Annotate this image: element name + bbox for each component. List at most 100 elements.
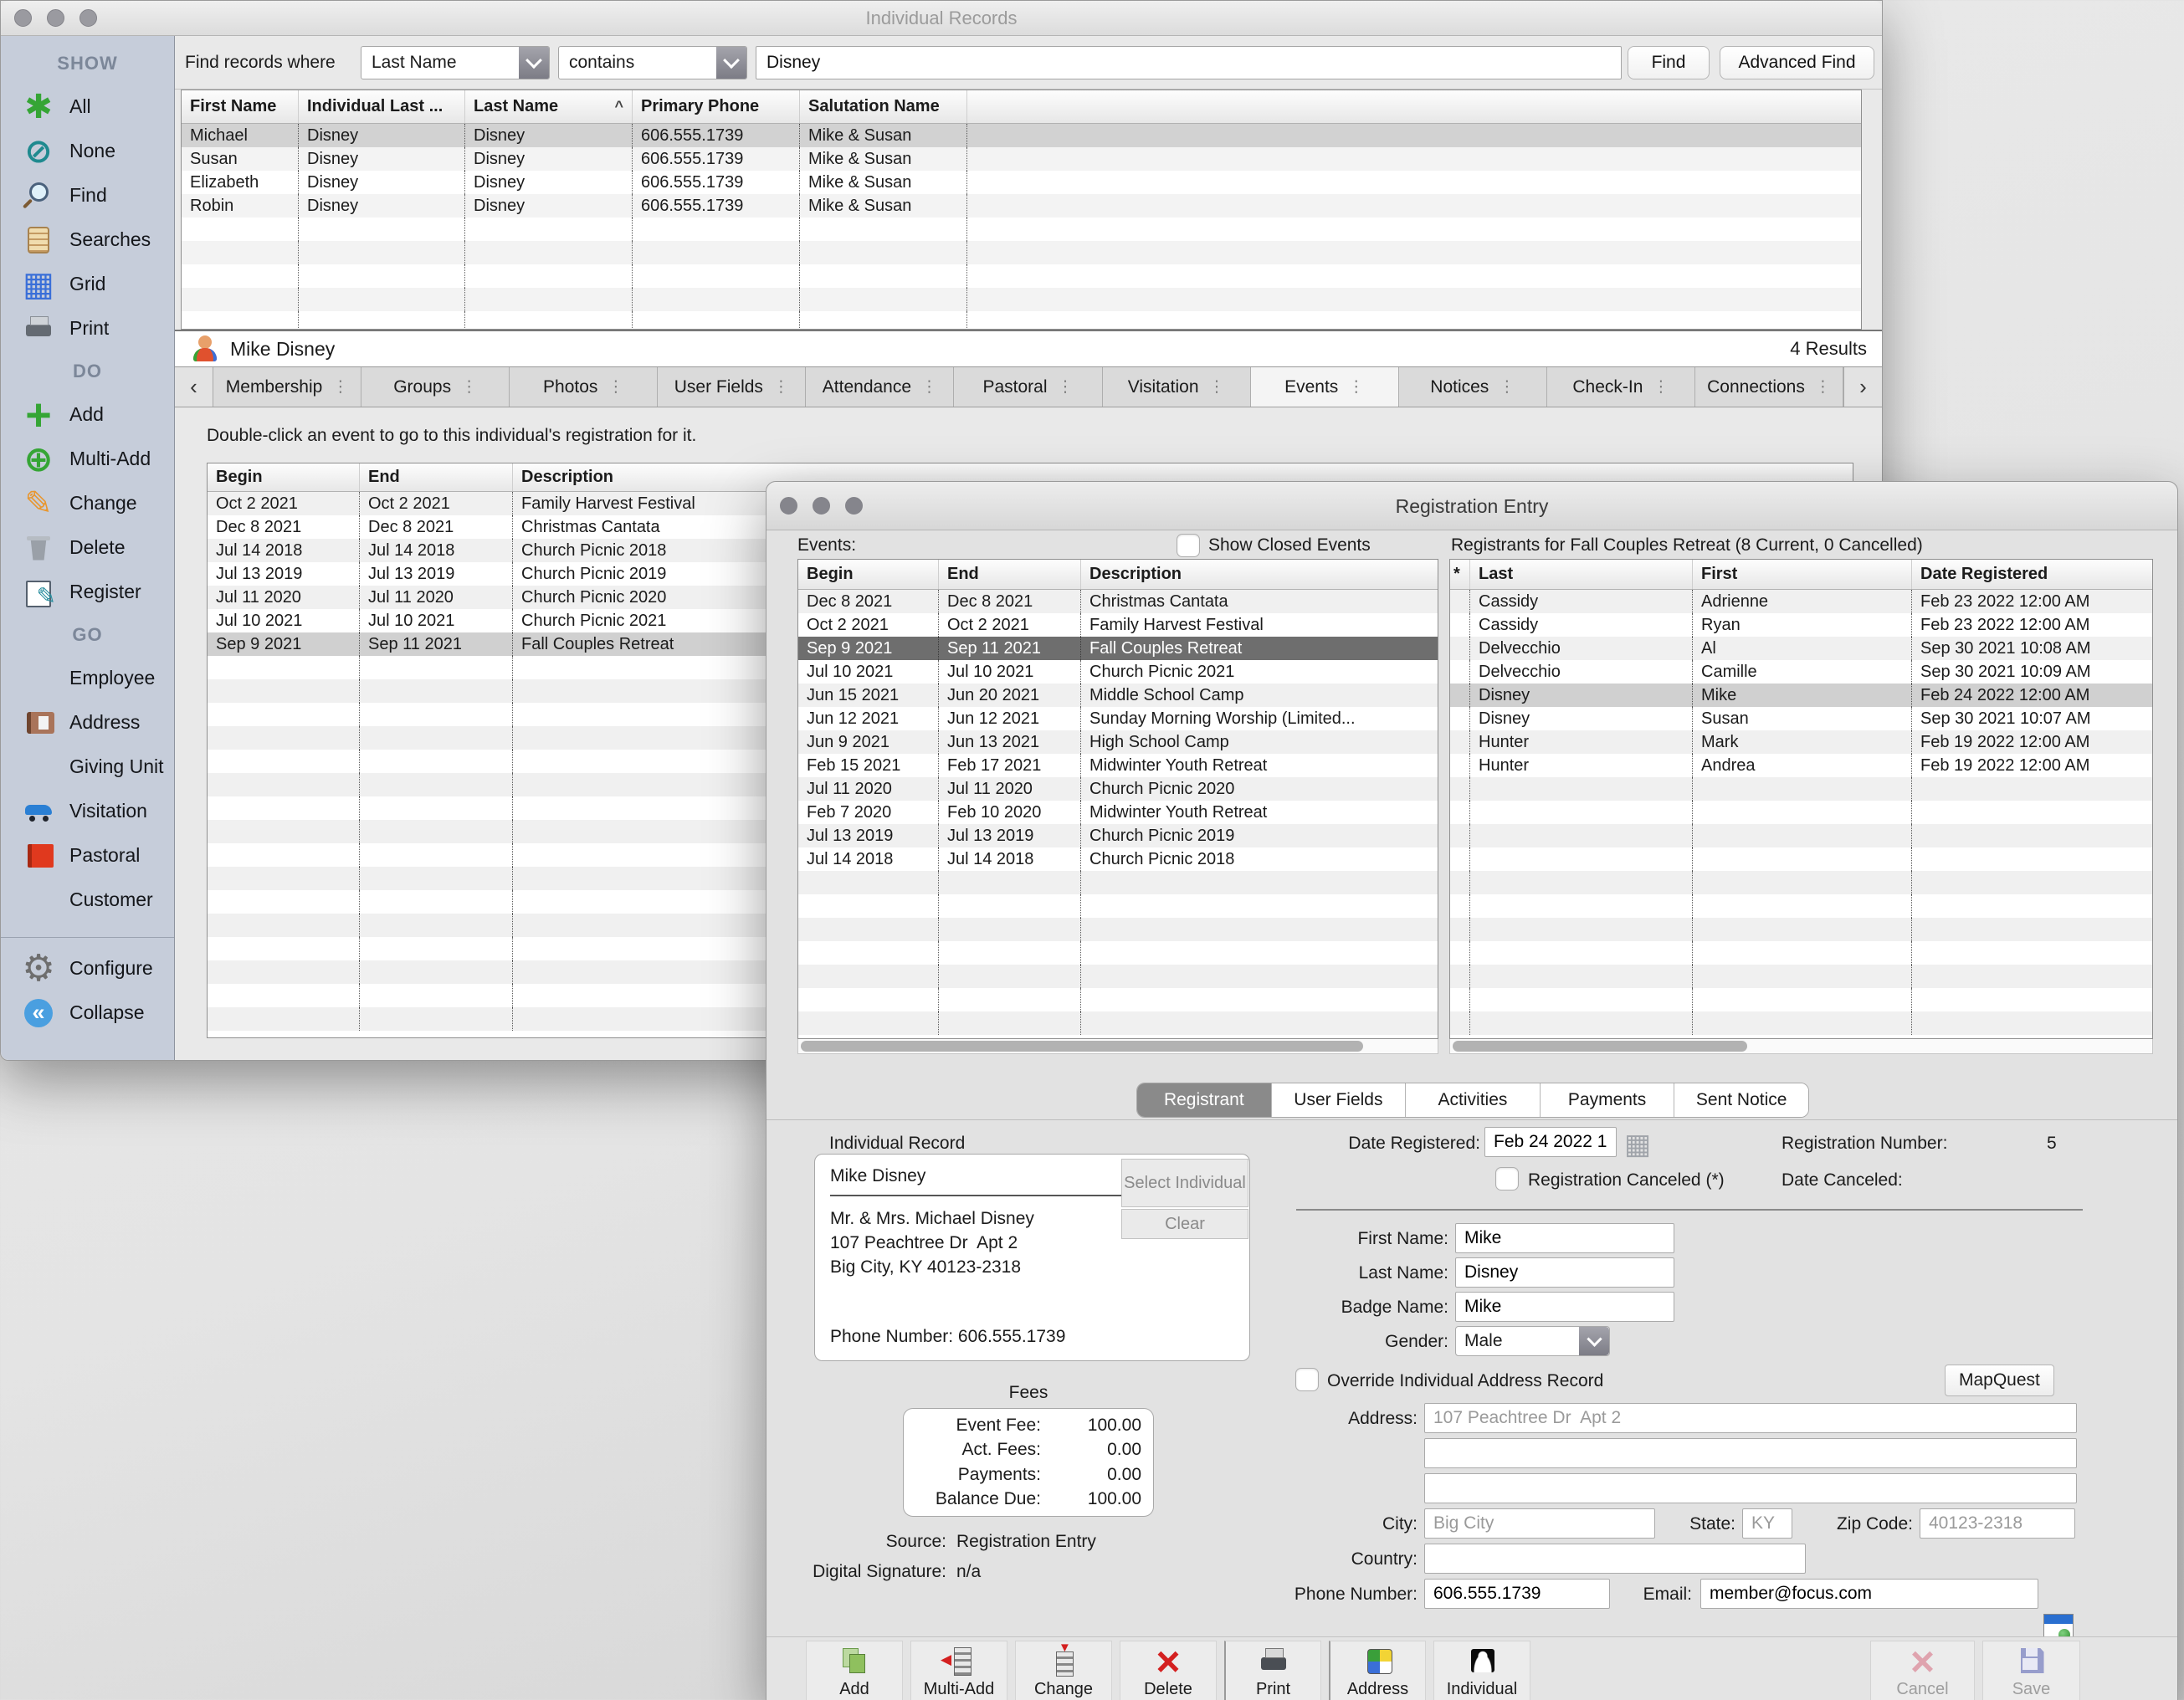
registration-event-row[interactable]: Jul 10 2021 Jul 10 2021 Church Picnic 20… [798,660,1438,684]
registration-event-row[interactable]: Feb 15 2021 Feb 17 2021 Midwinter Youth … [798,754,1438,777]
form-tab[interactable]: Payments [1541,1083,1675,1117]
registrant-row[interactable] [1450,777,2152,801]
registrant-row[interactable]: Disney Susan Sep 30 2021 10:07 AM [1450,707,2152,730]
sidebar-item[interactable]: Delete [1,525,174,570]
form-tab[interactable]: Registrant [1137,1083,1272,1117]
sidebar-item[interactable]: Collapse [1,991,174,1035]
record-tab[interactable]: Connections⋮ [1695,367,1843,407]
sidebar-item[interactable]: Change [1,481,174,525]
sidebar-item[interactable]: Find [1,173,174,218]
sidebar-item[interactable]: Visitation [1,789,174,833]
column-header-end[interactable]: End [360,463,513,491]
operator-select[interactable]: contains [558,46,747,79]
registrant-row[interactable]: Cassidy Adrienne Feb 23 2022 12:00 AM [1450,590,2152,613]
select-individual-button[interactable]: Select Individual [1121,1159,1248,1207]
address-line2-input[interactable] [1424,1438,2077,1468]
address-line1-input[interactable] [1424,1403,2077,1433]
toolbar-button[interactable]: Individual [1433,1641,1530,1700]
tab-menu-icon[interactable]: ⋮ [1209,377,1225,397]
registration-event-row[interactable]: Jun 15 2021 Jun 20 2021 Middle School Ca… [798,684,1438,707]
show-closed-events-checkbox[interactable] [1177,534,1200,557]
advanced-find-button[interactable]: Advanced Find [1720,46,1874,79]
registrant-row[interactable] [1450,988,2152,1011]
registration-event-row[interactable]: Jun 9 2021 Jun 13 2021 High School Camp [798,730,1438,754]
field-select[interactable]: Last Name [361,46,550,79]
record-tab[interactable]: Events⋮ [1251,367,1399,407]
first-name-input[interactable] [1455,1223,1674,1253]
toolbar-button[interactable]: Address [1329,1641,1426,1700]
registrant-row[interactable]: Hunter Mark Feb 19 2022 12:00 AM [1450,730,2152,754]
sidebar-item[interactable]: None [1,129,174,173]
registrant-row[interactable]: Delvecchio Al Sep 30 2021 10:08 AM [1450,637,2152,660]
tabs-scroll-right-icon[interactable]: › [1843,367,1882,407]
result-row[interactable]: Susan Disney Disney 606.555.1739 Mike & … [182,147,1861,171]
toolbar-button[interactable]: Print [1224,1641,1321,1700]
record-tab[interactable]: User Fields⋮ [658,367,806,407]
tab-menu-icon[interactable]: ⋮ [1058,377,1074,397]
registration-event-row[interactable]: Oct 2 2021 Oct 2 2021 Family Harvest Fes… [798,613,1438,637]
record-tab[interactable]: Visitation⋮ [1103,367,1251,407]
result-row[interactable]: Michael Disney Disney 606.555.1739 Mike … [182,124,1861,147]
clear-button[interactable]: Clear [1121,1209,1248,1239]
sidebar-item[interactable]: Customer [1,878,174,922]
badge-name-input[interactable] [1455,1292,1674,1322]
record-tab[interactable]: Check-In⋮ [1547,367,1695,407]
city-input[interactable] [1424,1508,1655,1539]
tab-menu-icon[interactable]: ⋮ [773,377,789,397]
tab-menu-icon[interactable]: ⋮ [332,377,348,397]
tab-menu-icon[interactable]: ⋮ [1815,377,1831,397]
registration-event-row[interactable]: Dec 8 2021 Dec 8 2021 Christmas Cantata [798,590,1438,613]
gender-select[interactable]: Male [1455,1326,1610,1356]
column-header-begin[interactable]: Begin [798,560,939,589]
phone-number-input[interactable] [1424,1579,1610,1609]
registrant-row[interactable] [1450,894,2152,918]
toolbar-button[interactable]: Delete [1120,1641,1217,1700]
sidebar-item[interactable]: All [1,84,174,129]
tab-menu-icon[interactable]: ⋮ [608,377,623,397]
record-tab[interactable]: Groups⋮ [361,367,510,407]
sidebar-item[interactable]: Configure [1,946,174,991]
cancel-button[interactable]: Cancel [1870,1641,1975,1700]
toolbar-button[interactable]: Multi-Add [910,1641,1007,1700]
form-tab[interactable]: Activities [1406,1083,1541,1117]
sidebar-item[interactable]: Pastoral [1,833,174,878]
registration-event-row[interactable] [798,1011,1438,1035]
email-input[interactable] [1700,1579,2038,1609]
registration-event-row[interactable] [798,894,1438,918]
result-row[interactable]: Robin Disney Disney 606.555.1739 Mike & … [182,194,1861,218]
country-input[interactable] [1424,1544,1806,1574]
registration-event-row[interactable]: Jul 11 2020 Jul 11 2020 Church Picnic 20… [798,777,1438,801]
find-button[interactable]: Find [1628,46,1710,79]
sidebar-item[interactable]: Print [1,306,174,351]
registration-canceled-checkbox[interactable] [1495,1167,1519,1191]
registrant-row[interactable] [1450,965,2152,988]
column-header-primary-phone[interactable]: Primary Phone [633,90,800,123]
sidebar-item[interactable]: Searches [1,218,174,262]
column-header-salutation[interactable]: Salutation Name [800,90,967,123]
scrollbar-thumb[interactable] [801,1041,1363,1052]
form-tab[interactable]: Sent Notice [1674,1083,1808,1117]
sidebar-item[interactable]: Employee [1,656,174,700]
column-header-end[interactable]: End [939,560,1081,589]
sidebar-item[interactable]: Grid [1,262,174,306]
column-header-first-name[interactable]: First Name [182,90,299,123]
date-registered-input[interactable] [1484,1127,1617,1157]
registrant-row[interactable] [1450,824,2152,847]
tab-menu-icon[interactable]: ⋮ [1499,377,1515,397]
sidebar-item[interactable]: Multi-Add [1,437,174,481]
record-tab[interactable]: Membership⋮ [213,367,361,407]
search-input[interactable] [756,46,1622,79]
registration-event-row[interactable] [798,988,1438,1011]
column-header-first[interactable]: First [1693,560,1912,589]
save-button[interactable]: Save [1982,1641,2080,1700]
tab-menu-icon[interactable]: ⋮ [461,377,477,397]
column-header-date-registered[interactable]: Date Registered [1912,560,2152,589]
column-header-individual-last[interactable]: Individual Last ... [299,90,465,123]
calendar-icon[interactable] [1620,1127,1655,1162]
registration-event-row[interactable] [798,871,1438,894]
sidebar-item[interactable]: Giving Unit [1,745,174,789]
registrant-row[interactable]: Disney Mike Feb 24 2022 12:00 AM [1450,684,2152,707]
last-name-input[interactable] [1455,1257,1674,1288]
registrant-row[interactable]: Cassidy Ryan Feb 23 2022 12:00 AM [1450,613,2152,637]
zip-code-input[interactable] [1920,1508,2075,1539]
